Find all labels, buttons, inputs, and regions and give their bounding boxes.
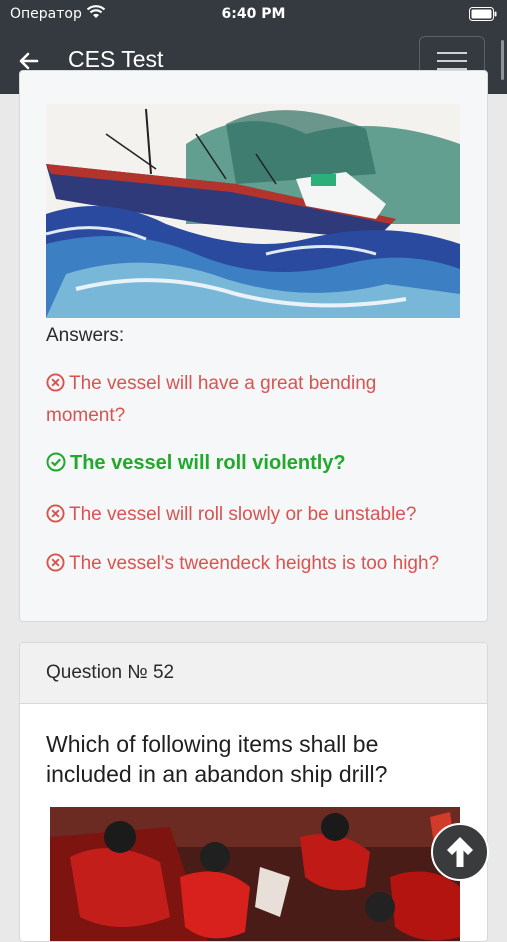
- question-number: Question № 52: [20, 643, 487, 704]
- clock: 6:40 PM: [221, 6, 286, 22]
- wrong-x-circle-icon: [46, 552, 65, 581]
- answer-option[interactable]: The vessel's tweendeck heights is too hi…: [46, 549, 446, 581]
- question-image-ship: [46, 104, 460, 318]
- scroll-to-top-button[interactable]: [431, 823, 489, 881]
- hamburger-line: [437, 60, 467, 62]
- answer-text: The vessel will have a great bending mom…: [46, 373, 377, 426]
- answers-label: Answers:: [46, 325, 125, 346]
- wrong-x-circle-icon: [46, 372, 65, 401]
- scrollbar[interactable]: [501, 40, 504, 80]
- question-card: Question № 52 Which of following items s…: [19, 642, 488, 942]
- correct-check-circle-icon: [46, 452, 66, 481]
- hamburger-menu-icon: [437, 52, 467, 54]
- wrong-x-circle-icon: [46, 503, 65, 532]
- answer-option-correct[interactable]: The vessel will roll violently?: [46, 449, 446, 481]
- question-image-drill: [50, 807, 460, 941]
- status-bar: Оператор 6:40 PM: [0, 0, 507, 28]
- answer-option[interactable]: The vessel will have a great bending mom…: [46, 369, 446, 430]
- answer-text: The vessel will roll slowly or be unstab…: [69, 504, 417, 525]
- question-card: Answers: The vessel will have a great be…: [19, 70, 488, 622]
- answer-option[interactable]: The vessel will roll slowly or be unstab…: [46, 500, 446, 532]
- answer-text: The vessel will roll violently?: [70, 452, 346, 474]
- page-title: CES Test: [68, 46, 164, 72]
- arrow-up-circle-icon: [433, 837, 487, 883]
- battery-icon: [469, 7, 497, 25]
- answer-text: The vessel's tweendeck heights is too hi…: [69, 553, 440, 574]
- question-text: Which of following items shall be includ…: [46, 731, 388, 787]
- arrow-left-icon[interactable]: [18, 50, 40, 72]
